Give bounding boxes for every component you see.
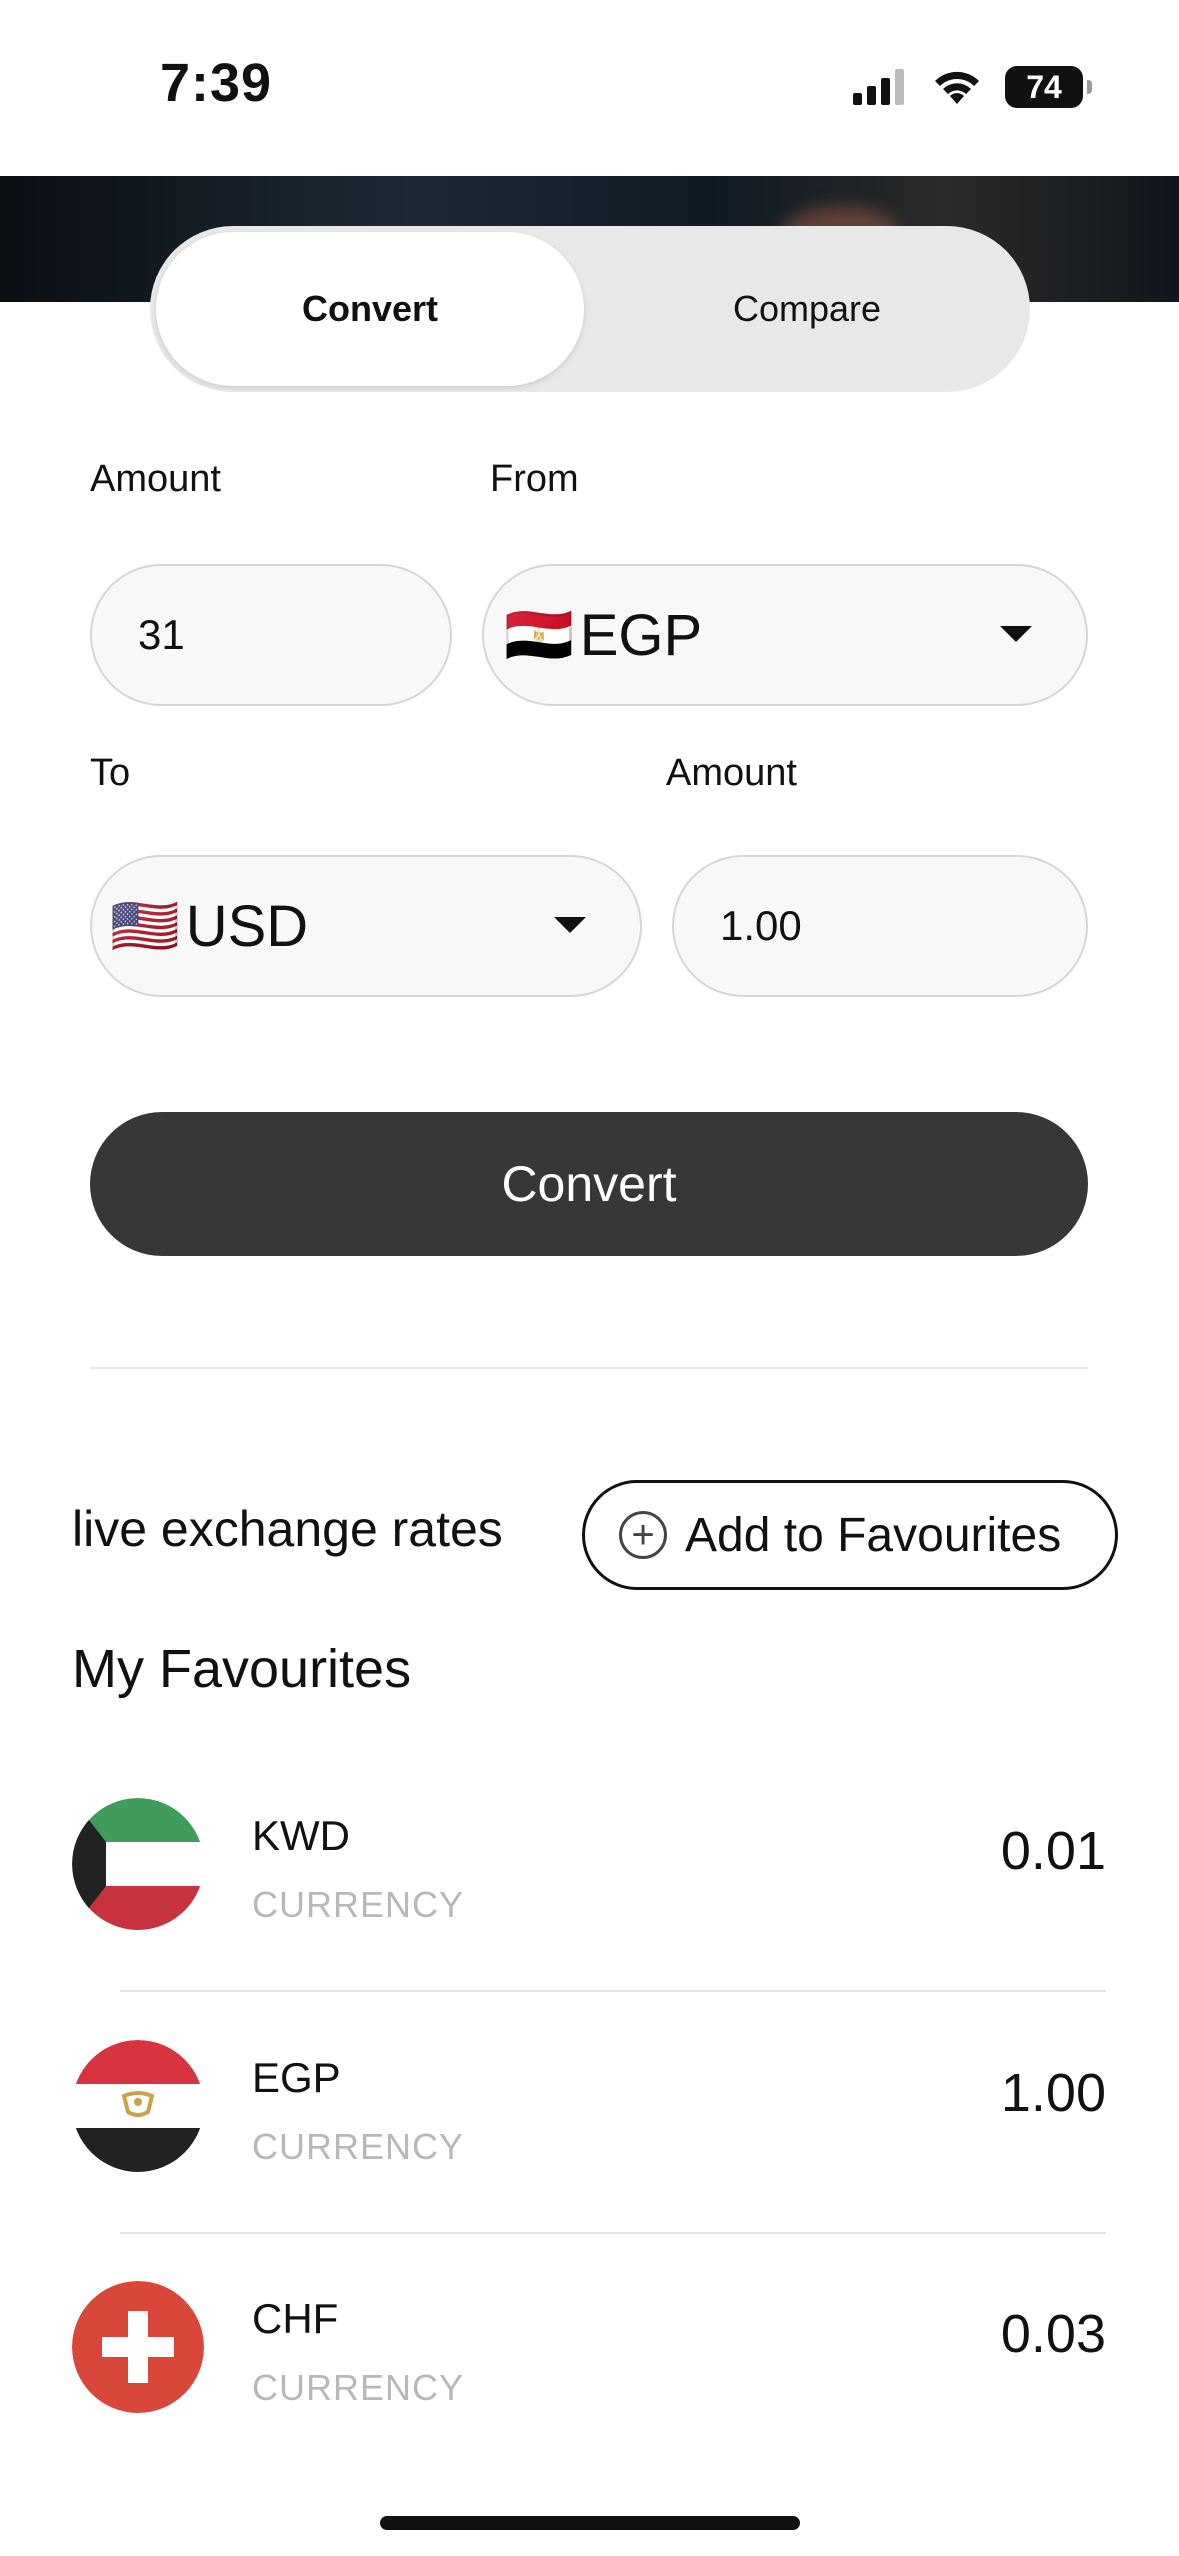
tab-compare[interactable]: Compare (590, 232, 1024, 386)
currency-subtitle: CURRENCY (252, 2126, 465, 2167)
convert-button[interactable]: Convert (90, 1112, 1088, 1256)
amount-label: Amount (90, 458, 221, 500)
currency-subtitle: CURRENCY (252, 1884, 465, 1925)
currency-subtitle: CURRENCY (252, 2367, 465, 2408)
home-indicator[interactable] (380, 2516, 800, 2530)
kuwait-flag-icon (72, 1798, 204, 1930)
tab-convert[interactable]: Convert (156, 232, 584, 386)
to-currency-select[interactable]: 🇺🇸 USD (90, 855, 642, 997)
currency-code: KWD (252, 1812, 350, 1859)
list-item[interactable]: KWD CURRENCY 0.01 (72, 1798, 1106, 1998)
currency-rate: 0.01 (1000, 1821, 1106, 1881)
list-item[interactable]: CHF CURRENCY 0.03 (72, 2281, 1106, 2481)
status-icons: 74 (853, 62, 1092, 112)
mode-segmented-control: Convert Compare (150, 226, 1030, 392)
egypt-flag-icon (72, 2040, 204, 2172)
status-time: 7:39 (160, 53, 273, 113)
section-divider (90, 1367, 1088, 1369)
amount-input[interactable]: 31 (90, 564, 452, 706)
signal-icon (853, 69, 904, 105)
row-divider (120, 1990, 1106, 1992)
status-bar: 7:39 74 (0, 0, 1179, 176)
row-divider (120, 2232, 1106, 2234)
to-amount-value: 1.00 (720, 902, 802, 949)
switzerland-flag-icon (72, 2281, 204, 2413)
from-currency-code: EGP (579, 602, 703, 668)
currency-code: CHF (252, 2295, 339, 2342)
currency-rate: 0.03 (1000, 2304, 1106, 2364)
chevron-down-icon (1000, 626, 1032, 642)
favourites-title: My Favourites (72, 1639, 412, 1699)
to-label: To (90, 752, 131, 794)
to-amount-label: Amount (666, 752, 797, 794)
add-to-favourites-label: Add to Favourites (685, 1508, 1062, 1562)
to-currency-code: USD (185, 893, 309, 959)
us-flag-icon: 🇺🇸 (110, 894, 180, 957)
to-amount-input[interactable]: 1.00 (672, 855, 1088, 997)
from-currency-select[interactable]: 🇪🇬 EGP (482, 564, 1088, 706)
currency-rate: 1.00 (1000, 2063, 1106, 2123)
chevron-down-icon (554, 917, 586, 933)
plus-circle-icon: + (619, 1511, 667, 1559)
egypt-flag-icon: 🇪🇬 (504, 603, 574, 666)
add-to-favourites-button[interactable]: + Add to Favourites (582, 1480, 1118, 1590)
battery-level: 74 (1026, 68, 1062, 105)
battery-icon: 74 (1005, 66, 1092, 108)
live-exchange-rates-label: live exchange rates (72, 1501, 503, 1557)
amount-input-value: 31 (138, 611, 185, 658)
currency-code: EGP (252, 2054, 341, 2101)
from-label: From (490, 458, 579, 500)
list-item[interactable]: EGP CURRENCY 1.00 (72, 2040, 1106, 2240)
wifi-icon (935, 71, 979, 104)
